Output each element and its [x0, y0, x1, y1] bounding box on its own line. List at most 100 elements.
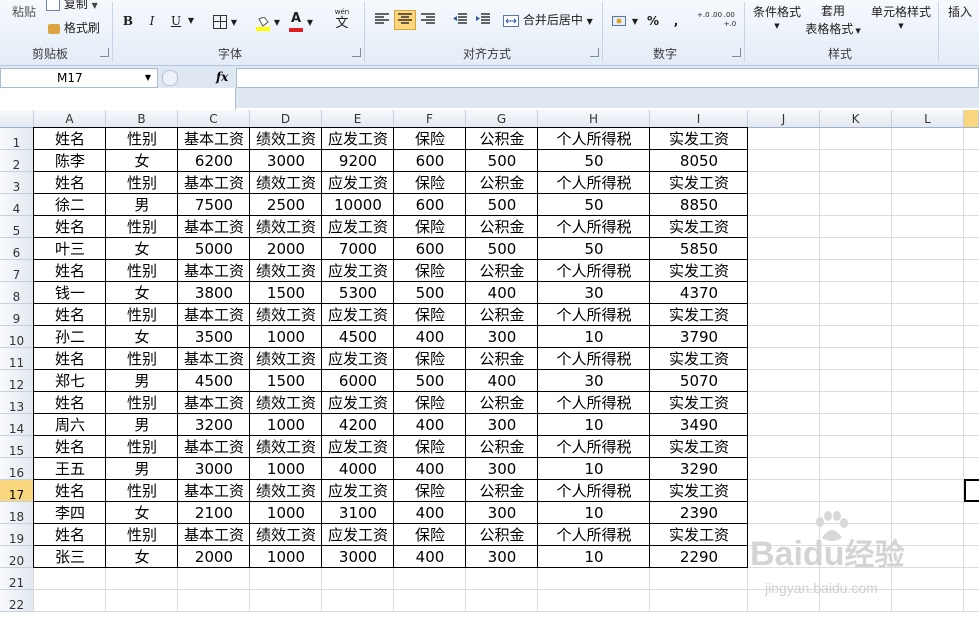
cell-g11[interactable]: 公积金	[466, 348, 538, 370]
cell-e12[interactable]: 6000	[322, 370, 394, 392]
cell-f13[interactable]: 保险	[394, 392, 466, 414]
cell-d18[interactable]: 1000	[250, 502, 322, 524]
cell-b15[interactable]: 性别	[106, 436, 178, 458]
cell-e13[interactable]: 应发工资	[322, 392, 394, 414]
column-header-c[interactable]: C	[178, 110, 250, 128]
row-header-15[interactable]: 15	[0, 436, 34, 458]
cell-g8[interactable]: 400	[466, 282, 538, 304]
formula-input[interactable]	[236, 68, 979, 88]
font-color-button[interactable]: A ▼	[285, 11, 317, 32]
number-launcher-icon[interactable]	[732, 48, 741, 57]
cell-d10[interactable]: 1000	[250, 326, 322, 348]
cell-h8[interactable]: 30	[538, 282, 650, 304]
cell-a6[interactable]: 叶三	[34, 238, 106, 260]
accounting-format-button[interactable]: ▼	[609, 10, 641, 30]
cell-b13[interactable]: 性别	[106, 392, 178, 414]
cell-a7[interactable]: 姓名	[34, 260, 106, 282]
cell-c12[interactable]: 4500	[178, 370, 250, 392]
cell-g7[interactable]: 公积金	[466, 260, 538, 282]
cell-b11[interactable]: 性别	[106, 348, 178, 370]
insert-button[interactable]: 插入	[943, 2, 977, 22]
active-cell-marker[interactable]	[964, 479, 979, 502]
cell-c1[interactable]: 基本工资	[178, 128, 250, 150]
cell-c10[interactable]: 3500	[178, 326, 250, 348]
fill-color-button[interactable]: ▼	[252, 11, 284, 31]
fx-icon[interactable]: fx	[216, 68, 228, 86]
column-header-j[interactable]: J	[748, 110, 820, 128]
cell-a2[interactable]: 陈李	[34, 150, 106, 172]
indent-increase-button[interactable]	[473, 11, 493, 31]
cell-g10[interactable]: 300	[466, 326, 538, 348]
cell-e1[interactable]: 应发工资	[322, 128, 394, 150]
cell-c5[interactable]: 基本工资	[178, 216, 250, 238]
cell-g12[interactable]: 400	[466, 370, 538, 392]
cell-b9[interactable]: 性别	[106, 304, 178, 326]
cell-f11[interactable]: 保险	[394, 348, 466, 370]
column-header-f[interactable]: F	[394, 110, 466, 128]
conditional-format-button[interactable]: 条件格式 ▼	[748, 2, 806, 30]
cell-d9[interactable]: 绩效工资	[250, 304, 322, 326]
row-header-18[interactable]: 18	[0, 502, 34, 524]
row-header-22[interactable]: 22	[0, 590, 34, 612]
cell-a13[interactable]: 姓名	[34, 392, 106, 414]
row-header-20[interactable]: 20	[0, 546, 34, 568]
cell-g2[interactable]: 500	[466, 150, 538, 172]
cell-d11[interactable]: 绩效工资	[250, 348, 322, 370]
format-painter-button[interactable]: 格式刷	[48, 18, 108, 38]
cell-g13[interactable]: 公积金	[466, 392, 538, 414]
cell-i6[interactable]: 5850	[650, 238, 748, 260]
table-format-button[interactable]: 套用 表格格式 ▼	[800, 2, 866, 38]
cell-h13[interactable]: 个人所得税	[538, 392, 650, 414]
cell-g14[interactable]: 300	[466, 414, 538, 436]
cell-b17[interactable]: 性别	[106, 480, 178, 502]
clipboard-launcher-icon[interactable]	[100, 48, 109, 57]
cell-e9[interactable]: 应发工资	[322, 304, 394, 326]
cell-a1[interactable]: 姓名	[34, 128, 106, 150]
cell-a12[interactable]: 郑七	[34, 370, 106, 392]
cell-h10[interactable]: 10	[538, 326, 650, 348]
cell-c4[interactable]: 7500	[178, 194, 250, 216]
cell-styles-button[interactable]: 单元格样式 ▼	[866, 2, 936, 30]
cell-f5[interactable]: 保险	[394, 216, 466, 238]
row-header-10[interactable]: 10	[0, 326, 34, 348]
cell-i14[interactable]: 3490	[650, 414, 748, 436]
cell-g6[interactable]: 500	[466, 238, 538, 260]
row-header-21[interactable]: 21	[0, 568, 34, 590]
row-header-16[interactable]: 16	[0, 458, 34, 480]
column-header-b[interactable]: B	[106, 110, 178, 128]
cell-d15[interactable]: 绩效工资	[250, 436, 322, 458]
alignment-launcher-icon[interactable]	[590, 48, 599, 57]
cell-a20[interactable]: 张三	[34, 546, 106, 568]
increase-decimal-button[interactable]: +.0 .00	[697, 11, 722, 31]
cell-b1[interactable]: 性别	[106, 128, 178, 150]
cell-c2[interactable]: 6200	[178, 150, 250, 172]
row-header-1[interactable]: 1	[0, 128, 34, 150]
underline-button[interactable]: U	[166, 11, 186, 31]
cell-d17[interactable]: 绩效工资	[250, 480, 322, 502]
cell-f4[interactable]: 600	[394, 194, 466, 216]
cell-g19[interactable]: 公积金	[466, 524, 538, 546]
underline-dropdown-icon[interactable]: ▼	[186, 11, 196, 31]
cell-e7[interactable]: 应发工资	[322, 260, 394, 282]
indent-decrease-button[interactable]	[450, 11, 470, 31]
cell-b12[interactable]: 男	[106, 370, 178, 392]
cell-i17[interactable]: 实发工资	[650, 480, 748, 502]
cell-a4[interactable]: 徐二	[34, 194, 106, 216]
cell-c6[interactable]: 5000	[178, 238, 250, 260]
cell-c14[interactable]: 3200	[178, 414, 250, 436]
cell-d7[interactable]: 绩效工资	[250, 260, 322, 282]
border-button[interactable]: ▼	[209, 11, 241, 31]
cell-b2[interactable]: 女	[106, 150, 178, 172]
copy-button[interactable]: 复制 ▼	[46, 0, 106, 14]
cell-a11[interactable]: 姓名	[34, 348, 106, 370]
cell-a19[interactable]: 姓名	[34, 524, 106, 546]
cell-d5[interactable]: 绩效工资	[250, 216, 322, 238]
cell-f2[interactable]: 600	[394, 150, 466, 172]
cell-g3[interactable]: 公积金	[466, 172, 538, 194]
cell-f19[interactable]: 保险	[394, 524, 466, 546]
cell-g15[interactable]: 公积金	[466, 436, 538, 458]
cell-h15[interactable]: 个人所得税	[538, 436, 650, 458]
cell-d6[interactable]: 2000	[250, 238, 322, 260]
cell-d12[interactable]: 1500	[250, 370, 322, 392]
cell-d13[interactable]: 绩效工资	[250, 392, 322, 414]
